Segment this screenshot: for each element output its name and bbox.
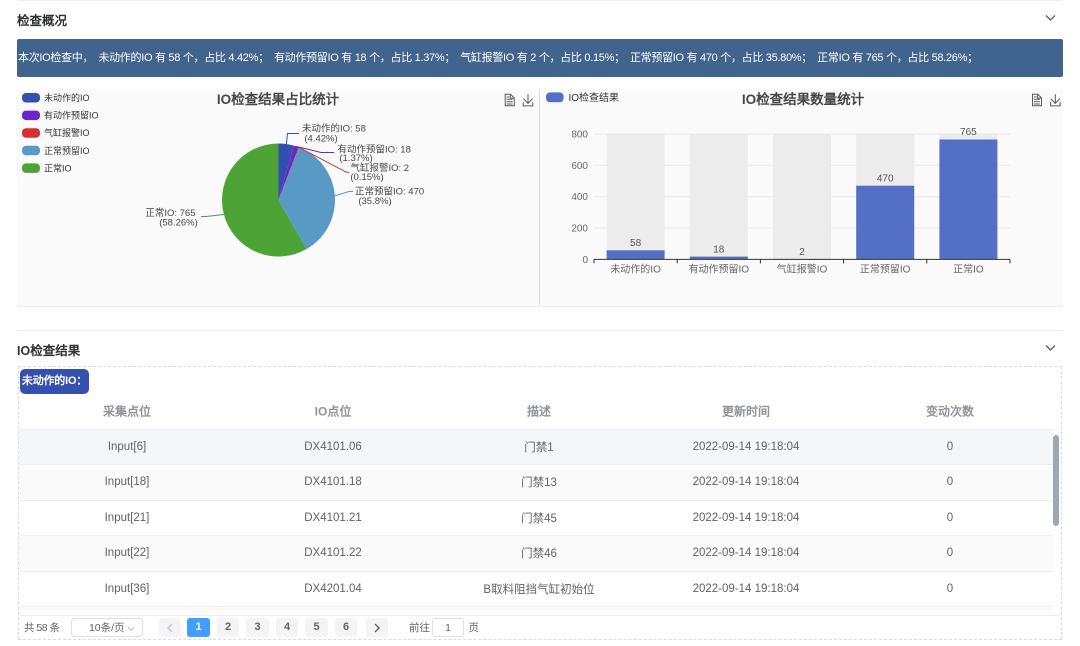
svg-text:正常IO: 正常IO <box>44 162 72 173</box>
svg-text:200: 200 <box>571 224 588 235</box>
svg-text:气缸报警IO: 气缸报警IO <box>777 263 828 276</box>
svg-text:800: 800 <box>571 130 588 141</box>
svg-text:400: 400 <box>571 192 588 203</box>
svg-text:气缸报警IO: 气缸报警IO <box>44 127 90 138</box>
svg-text:正常IO: 正常IO <box>953 263 984 276</box>
svg-text:有动作预留IO: 有动作预留IO <box>689 263 750 276</box>
svg-text:765: 765 <box>960 127 977 138</box>
svg-text:IO检查结果占比统计: IO检查结果占比统计 <box>217 91 340 107</box>
svg-text:58: 58 <box>630 238 642 249</box>
svg-text:470: 470 <box>877 173 894 184</box>
svg-text:18: 18 <box>713 244 725 255</box>
svg-text:(0.15%): (0.15%) <box>350 172 383 183</box>
svg-text:(35.8%): (35.8%) <box>358 196 391 207</box>
svg-text:正常预留IO: 正常预留IO <box>860 263 911 276</box>
svg-text:(4.42%): (4.42%) <box>304 134 337 145</box>
svg-text:2: 2 <box>799 247 805 258</box>
svg-text:未动作的IO: 未动作的IO <box>610 263 661 276</box>
svg-text:IO检查结果: IO检查结果 <box>569 91 620 104</box>
svg-text:正常预留IO: 正常预留IO <box>44 145 90 156</box>
svg-text:600: 600 <box>571 161 588 172</box>
svg-text:(58.26%): (58.26%) <box>159 218 198 229</box>
svg-text:未动作的IO: 未动作的IO <box>44 92 90 103</box>
svg-text:IO检查结果数量统计: IO检查结果数量统计 <box>742 91 865 107</box>
svg-text:有动作预留IO: 有动作预留IO <box>44 110 99 121</box>
svg-text:0: 0 <box>582 255 588 266</box>
